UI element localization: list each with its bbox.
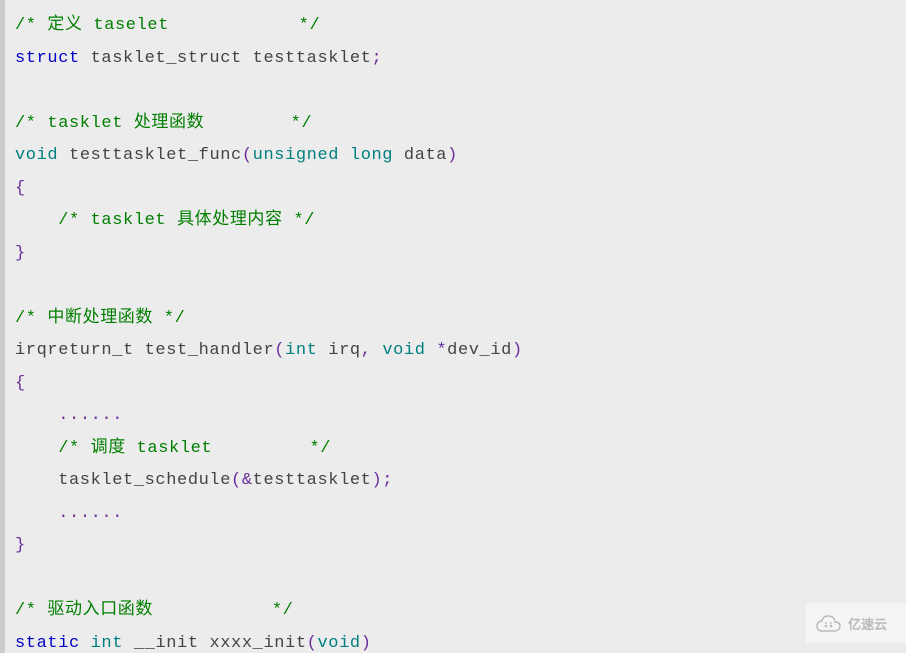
watermark-text: 亿速云 bbox=[848, 614, 887, 633]
code-line: struct tasklet_struct testtasklet; bbox=[15, 43, 906, 76]
code-block: /* 定义 taselet */ struct tasklet_struct te… bbox=[0, 0, 906, 653]
code-token: { bbox=[15, 374, 26, 393]
code-token: /* 中断处理函数 */ bbox=[15, 309, 185, 328]
code-token: ); bbox=[371, 471, 393, 490]
code-token: { bbox=[15, 179, 26, 198]
code-token: ( bbox=[307, 634, 318, 653]
code-token: void bbox=[15, 146, 58, 165]
code-token: (& bbox=[231, 471, 253, 490]
code-token bbox=[15, 276, 26, 295]
code-token: struct bbox=[15, 49, 80, 68]
code-token: ) bbox=[361, 634, 372, 653]
code-token bbox=[372, 341, 383, 360]
code-token bbox=[15, 504, 58, 523]
code-token bbox=[80, 634, 91, 653]
code-token: ...... bbox=[58, 504, 123, 523]
code-token: /* tasklet 处理函数 */ bbox=[15, 114, 312, 133]
code-token: unsigned long bbox=[253, 146, 393, 165]
code-token: tasklet_struct testtasklet bbox=[80, 49, 372, 68]
code-token: * bbox=[436, 341, 447, 360]
code-token: tasklet_schedule bbox=[15, 471, 231, 490]
code-token: data bbox=[393, 146, 447, 165]
code-line: /* 中断处理函数 */ bbox=[15, 303, 906, 336]
code-token: int bbox=[285, 341, 317, 360]
code-token: int bbox=[91, 634, 123, 653]
cloud-icon bbox=[814, 613, 842, 633]
code-line: { bbox=[15, 368, 906, 401]
code-token: irq bbox=[317, 341, 360, 360]
code-line: /* tasklet 处理函数 */ bbox=[15, 108, 906, 141]
code-token: , bbox=[361, 341, 372, 360]
code-line: /* 驱动入口函数 */ bbox=[15, 595, 906, 628]
code-line: } bbox=[15, 238, 906, 271]
code-line: ...... bbox=[15, 400, 906, 433]
code-line: { bbox=[15, 173, 906, 206]
code-token: __init xxxx_init bbox=[123, 634, 307, 653]
code-token: } bbox=[15, 244, 26, 263]
code-token: testtasklet bbox=[253, 471, 372, 490]
code-token: ) bbox=[447, 146, 458, 165]
code-line: static int __init xxxx_init(void) bbox=[15, 628, 906, 653]
code-token: } bbox=[15, 536, 26, 555]
code-token bbox=[426, 341, 437, 360]
code-line: void testtasklet_func(unsigned long data… bbox=[15, 140, 906, 173]
code-token: void bbox=[317, 634, 360, 653]
code-token: ( bbox=[274, 341, 285, 360]
code-token: void bbox=[382, 341, 425, 360]
code-line: tasklet_schedule(&testtasklet); bbox=[15, 465, 906, 498]
code-token bbox=[15, 211, 58, 230]
code-token: testtasklet_func bbox=[58, 146, 242, 165]
code-line bbox=[15, 75, 906, 108]
code-token bbox=[15, 439, 58, 458]
code-token bbox=[15, 81, 26, 100]
code-token bbox=[15, 406, 58, 425]
code-line: irqreturn_t test_handler(int irq, void *… bbox=[15, 335, 906, 368]
code-line bbox=[15, 270, 906, 303]
code-token: ) bbox=[512, 341, 523, 360]
code-token: static bbox=[15, 634, 80, 653]
code-line: ...... bbox=[15, 498, 906, 531]
code-token: /* 驱动入口函数 */ bbox=[15, 601, 293, 620]
code-token: ...... bbox=[58, 406, 123, 425]
code-token: dev_id bbox=[447, 341, 512, 360]
watermark: 亿速云 bbox=[806, 603, 906, 643]
code-line: /* 调度 tasklet */ bbox=[15, 433, 906, 466]
code-line: } bbox=[15, 530, 906, 563]
code-token: ( bbox=[242, 146, 253, 165]
code-token: /* 调度 tasklet */ bbox=[58, 439, 331, 458]
code-token: ; bbox=[371, 49, 382, 68]
code-line bbox=[15, 563, 906, 596]
code-line: /* 定义 taselet */ bbox=[15, 10, 906, 43]
code-lines: /* 定义 taselet */ struct tasklet_struct te… bbox=[15, 10, 906, 653]
code-token: irqreturn_t test_handler bbox=[15, 341, 274, 360]
code-token: /* tasklet 具体处理内容 */ bbox=[58, 211, 315, 230]
code-token bbox=[15, 569, 26, 588]
code-token: /* 定义 taselet */ bbox=[15, 16, 320, 35]
code-line: /* tasklet 具体处理内容 */ bbox=[15, 205, 906, 238]
